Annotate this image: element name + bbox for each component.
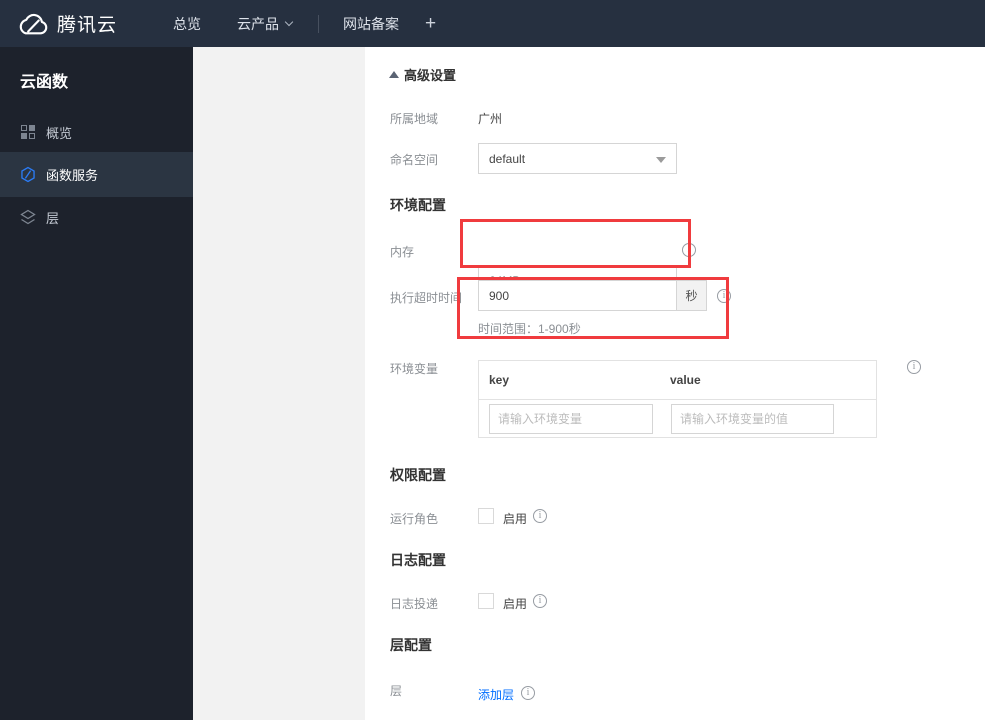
env-vars-label: 环境变量 [390,362,439,376]
nav-item-beian[interactable]: 网站备案 [343,14,399,34]
function-config-form: 高级设置 所属地域 广州 命名空间 default 环境配置 内存 64MB i… [365,47,985,720]
env-value-input[interactable] [671,404,834,434]
namespace-label: 命名空间 [390,153,439,167]
chevron-down-icon [656,157,666,163]
sidebar-item-label: 概览 [46,125,73,141]
logo-text: 腾讯云 [57,15,118,36]
chevron-down-icon [284,17,294,27]
nav-item-products[interactable]: 云产品 [237,14,294,34]
namespace-selected-value: default [489,151,526,166]
env-value-column-header: value [670,373,701,387]
run-role-enable-label: 启用 [503,512,528,526]
secondary-panel [193,47,365,720]
run-role-info-icon[interactable]: i [533,509,547,523]
env-vars-input-row [479,400,876,438]
advanced-settings-label: 高级设置 [404,68,457,83]
env-key-input[interactable] [489,404,653,434]
timeout-input[interactable] [478,280,677,311]
add-tab-button[interactable]: + [425,13,436,35]
env-config-section-title: 环境配置 [390,197,446,213]
env-vars-table: key value [478,360,877,438]
nav-item-overview[interactable]: 总览 [173,14,201,34]
layers-icon [20,209,36,225]
grid-icon [20,124,36,140]
run-role-enable-checkbox[interactable] [478,508,494,524]
timeout-range-hint: 时间范围：1-900秒 [478,322,581,336]
timeout-info-icon[interactable]: i [717,289,731,303]
top-navbar: 腾讯云 总览 云产品 网站备案 + [0,0,985,47]
scf-hexagon-icon [20,166,36,183]
collapse-up-icon [389,71,399,78]
sidebar-item-layers[interactable]: 层 [0,197,193,237]
tencent-cloud-logo[interactable]: 腾讯云 [18,10,117,37]
cloud-logo-icon [18,12,48,36]
run-role-label: 运行角色 [390,512,439,526]
log-delivery-enable-label: 启用 [503,597,528,611]
navbar-divider [318,14,320,33]
timeout-label: 执行超时时间 [390,291,463,305]
sidebar-item-label: 层 [46,210,60,226]
memory-info-icon[interactable]: i [682,243,696,257]
highlight-box-memory [460,219,691,268]
sidebar-menu: 概览 函数服务 层 [0,112,193,237]
log-delivery-enable-checkbox[interactable] [478,593,494,609]
sidebar-item-function-service[interactable]: 函数服务 [0,152,193,197]
sidebar-title: 云函数 [20,74,69,91]
timeout-unit-label: 秒 [677,280,707,311]
perm-config-section-title: 权限配置 [390,467,446,483]
add-layer-info-icon[interactable]: i [521,686,535,700]
sidebar: 云函数 概览 函数服务 层 [0,47,193,720]
layer-config-section-title: 层配置 [390,637,432,653]
sidebar-item-overview[interactable]: 概览 [0,112,193,152]
log-delivery-info-icon[interactable]: i [533,594,547,608]
env-key-column-header: key [489,373,510,387]
region-value: 广州 [478,112,503,126]
env-vars-header-row: key value [479,361,876,400]
namespace-select[interactable]: default [478,143,677,174]
log-delivery-label: 日志投递 [390,597,439,611]
memory-label: 内存 [390,245,415,259]
advanced-settings-toggle[interactable]: 高级设置 [389,65,456,84]
log-config-section-title: 日志配置 [390,552,446,568]
sidebar-item-label: 函数服务 [46,168,99,183]
layer-label: 层 [390,684,403,698]
add-layer-link[interactable]: 添加层 [478,686,514,703]
env-vars-info-icon[interactable]: i [907,360,921,374]
region-label: 所属地域 [390,112,439,126]
